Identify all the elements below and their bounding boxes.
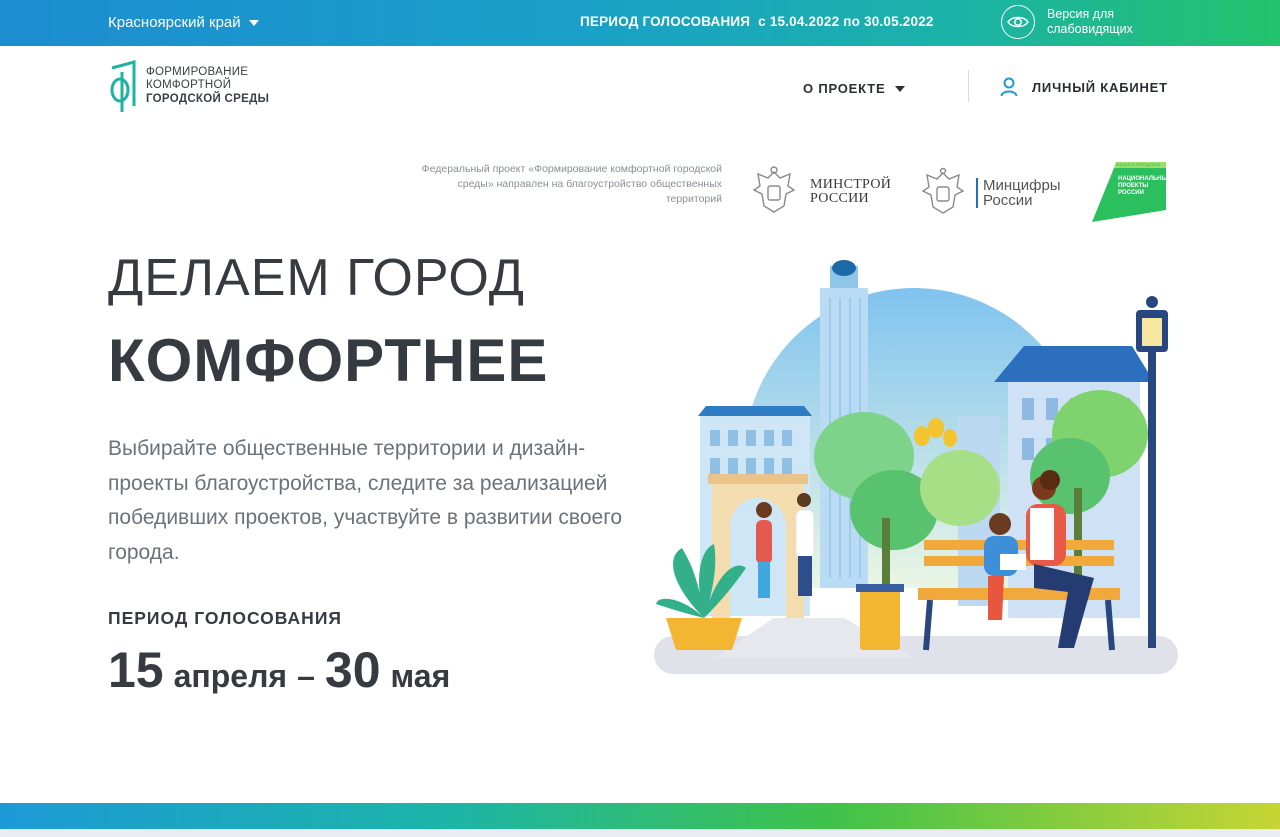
federal-project-description: Федеральный проект «Формирование комфорт… (421, 163, 722, 205)
chevron-down-icon (248, 19, 259, 26)
voting-period-banner: ПЕРИОД ГОЛОСОВАНИЯ с 15.04.2022 по 30.05… (580, 14, 934, 29)
bottom-edge (0, 829, 1280, 837)
minstroy-line2: РОССИИ (810, 191, 869, 206)
np-line2: ПРОЕКТЫ (1118, 183, 1149, 189)
logo-line1: ФОРМИРОВАНИЕ (146, 65, 249, 78)
logo-icon (110, 60, 136, 112)
logo-line2: КОМФОРТНОЙ (146, 79, 232, 92)
region-label: Красноярский край (108, 14, 241, 31)
hero-headline-line2: КОМФОРТНЕЕ (108, 327, 549, 394)
np-line1: НАЦИОНАЛЬНЫЕ (1118, 176, 1172, 182)
accessibility-label-line1: Версия для (1047, 7, 1115, 21)
region-selector[interactable]: Красноярский край (108, 14, 259, 31)
hero-description: Выбирайте общественные территории и диза… (108, 437, 623, 564)
hero-city-park-illustration (654, 260, 1178, 674)
mincifry-line2: России (983, 192, 1033, 209)
partner-minstroy[interactable]: МИНСТРОЙ РОССИИ (746, 164, 891, 220)
nav-about-label: О ПРОЕКТЕ (803, 81, 886, 96)
logo-line3: ГОРОДСКОЙ СРЕДЫ (146, 92, 270, 105)
personal-cabinet-label: ЛИЧНЫЙ КАБИНЕТ (1032, 79, 1168, 95)
top-bar: Красноярский край ПЕРИОД ГОЛОСОВАНИЯ с 1… (0, 0, 1280, 46)
minstroy-label: МИНСТРОЙ РОССИИ (810, 178, 891, 206)
coat-of-arms-icon (752, 166, 796, 213)
nav-divider (968, 70, 969, 102)
np-small-text: ЖИЛЬЕ И ГОРОДСКАЯ СРЕДА (1116, 162, 1160, 172)
chevron-down-icon (895, 85, 906, 92)
eye-icon (1001, 5, 1035, 39)
accessibility-version-button[interactable]: Версия для слабовидящих (1001, 5, 1133, 39)
end-day: 30 (324, 642, 381, 698)
site-logo[interactable]: ФОРМИРОВАНИЕ КОМФОРТНОЙ ГОРОДСКОЙ СРЕДЫ (108, 58, 269, 114)
personal-cabinet-link[interactable]: ЛИЧНЫЙ КАБИНЕТ (1000, 77, 1168, 97)
header: ФОРМИРОВАНИЕ КОМФОРТНОЙ ГОРОДСКОЙ СРЕДЫ … (0, 46, 1280, 130)
partner-mincifry[interactable]: Минцифры России (918, 167, 1061, 219)
accessibility-label-line2: слабовидящих (1047, 22, 1133, 36)
coat-of-arms-icon (921, 167, 965, 214)
partner-national-projects[interactable]: ЖИЛЬЕ И ГОРОДСКАЯ СРЕДА НАЦИОНАЛЬНЫЕ ПРО… (1092, 160, 1172, 222)
date-dash: – (297, 658, 315, 694)
hero-headline-line1: ДЕЛАЕМ ГОРОД (108, 249, 525, 307)
start-day: 15 (108, 642, 164, 698)
mincifry-line1: Минцифры (983, 177, 1061, 194)
logo-text: ФОРМИРОВАНИЕ КОМФОРТНОЙ ГОРОДСКОЙ СРЕДЫ (146, 66, 269, 107)
start-month: апреля (173, 658, 288, 694)
nav-about-project[interactable]: О ПРОЕКТЕ (803, 81, 906, 96)
mincifry-label: Минцифры России (976, 178, 1061, 208)
np-line3: РОССИИ (1118, 190, 1144, 196)
voting-period-dates: 15 апреля – 30 мая (108, 641, 450, 699)
accessibility-label: Версия для слабовидящих (1047, 7, 1133, 37)
voting-period-label: ПЕРИОД ГОЛОСОВАНИЯ (108, 608, 342, 628)
np-text: НАЦИОНАЛЬНЫЕ ПРОЕКТЫ РОССИИ (1118, 176, 1172, 197)
user-icon (1000, 77, 1018, 97)
minstroy-line1: МИНСТРОЙ (810, 177, 892, 192)
end-month: мая (390, 658, 451, 694)
